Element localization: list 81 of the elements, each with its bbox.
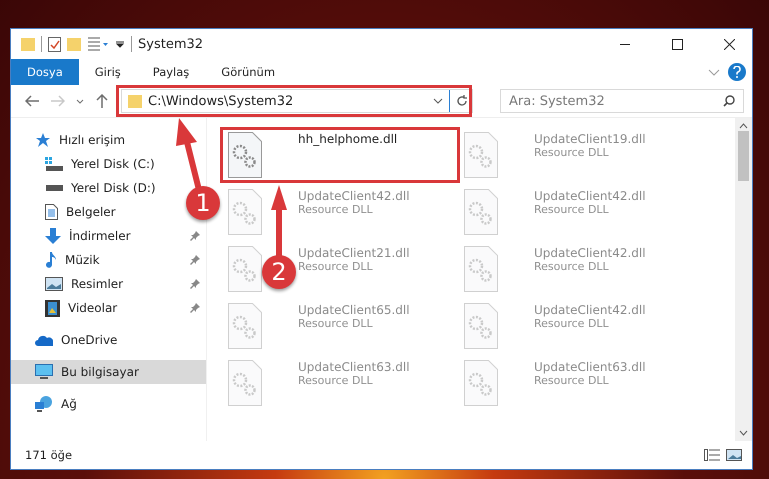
- properties-icon[interactable]: [48, 36, 61, 52]
- file-type: Resource DLL: [298, 260, 374, 273]
- file-type: Resource DLL: [298, 374, 374, 387]
- forward-arrow-icon: [51, 95, 65, 107]
- file-type: Resource DLL: [534, 260, 610, 273]
- folder-icon: [128, 94, 142, 108]
- gear-file-icon: [464, 303, 498, 349]
- drive-icon: [45, 157, 63, 171]
- folder-icon: [21, 37, 35, 51]
- gear-file-icon: [228, 360, 262, 406]
- file-type: Resource DLL: [298, 317, 374, 330]
- file-name: UpdateClient19.dll: [534, 132, 646, 146]
- cloud-icon: [35, 334, 53, 346]
- scroll-thumb[interactable]: [738, 131, 749, 181]
- sidebar-item[interactable]: Yerel Disk (D:): [11, 176, 162, 200]
- list-view-icon[interactable]: [87, 37, 109, 51]
- gear-file-icon: [228, 303, 262, 349]
- sidebar-item[interactable]: Videolar: [11, 296, 206, 320]
- file-name: UpdateClient63.dll: [298, 360, 410, 374]
- up-arrow-icon: [96, 94, 108, 108]
- file-type: Resource DLL: [534, 146, 610, 159]
- gear-file-icon: [464, 132, 498, 178]
- item-count: 171 öğe: [25, 448, 74, 462]
- chevron-down-icon: [76, 98, 84, 104]
- large-icons-view-icon[interactable]: [726, 449, 742, 461]
- search-field[interactable]: Ara: System32: [500, 89, 744, 113]
- scroll-up-icon[interactable]: [739, 123, 748, 129]
- gear-file-icon: [228, 246, 262, 292]
- file-name: UpdateClient21.dll: [298, 246, 410, 260]
- file-name: UpdateClient65.dll: [298, 303, 410, 317]
- gear-file-icon: [464, 360, 498, 406]
- maximize-icon: [672, 38, 682, 50]
- star-icon: [35, 132, 51, 148]
- sidebar-item[interactable]: Müzik: [11, 248, 206, 272]
- file-name: UpdateClient42.dll: [534, 189, 646, 203]
- back-arrow-icon: [25, 95, 39, 107]
- ribbon-tab[interactable]: Paylaş: [136, 59, 206, 85]
- sidebar-item[interactable]: Ağ: [11, 392, 83, 416]
- sidebar-item[interactable]: OneDrive: [11, 328, 124, 352]
- sidebar-item[interactable]: Yerel Disk (C:): [11, 152, 161, 176]
- sidebar-item[interactable]: Belgeler: [11, 200, 122, 224]
- file-type: Resource DLL: [534, 203, 610, 216]
- scroll-bar[interactable]: [735, 118, 752, 441]
- film-icon: [45, 300, 60, 316]
- file-name: hh_helphome.dll: [298, 132, 398, 146]
- sidebar-item[interactable]: Bu bilgisayar: [11, 360, 206, 384]
- drive-icon: [45, 185, 63, 191]
- gear-file-icon: [464, 189, 498, 235]
- ribbon-tab[interactable]: Görünüm: [205, 59, 292, 85]
- ribbon-tab[interactable]: Giriş: [78, 59, 137, 85]
- computer-icon: [35, 364, 53, 380]
- file-type: Resource DLL: [298, 203, 374, 216]
- sidebar-item[interactable]: İndirmeler: [11, 224, 206, 248]
- window-title: System32: [138, 36, 204, 52]
- close-icon: [724, 38, 734, 50]
- sidebar-item[interactable]: Resimler: [11, 272, 206, 296]
- gear-file-icon: [464, 246, 498, 292]
- picture-icon: [45, 277, 63, 291]
- gear-file-icon: [228, 132, 262, 178]
- expand-ribbon-icon[interactable]: [708, 68, 720, 76]
- network-icon: [35, 396, 53, 412]
- download-arrow-icon: [45, 228, 61, 244]
- ribbon-tab[interactable]: Dosya: [11, 59, 79, 85]
- details-view-icon[interactable]: [704, 449, 720, 461]
- search-icon: [723, 95, 735, 107]
- file-name: UpdateClient42.dll: [534, 246, 646, 260]
- file-name: UpdateClient42.dll: [298, 189, 410, 203]
- file-name: UpdateClient63.dll: [534, 360, 646, 374]
- refresh-icon[interactable]: [456, 95, 468, 107]
- dropdown-icon[interactable]: [115, 39, 125, 49]
- chevron-down-icon[interactable]: [433, 98, 443, 104]
- scroll-down-icon[interactable]: [739, 430, 748, 436]
- file-type: Resource DLL: [534, 317, 610, 330]
- file-type: Resource DLL: [534, 374, 610, 387]
- help-icon[interactable]: [728, 63, 746, 81]
- gear-file-icon: [228, 189, 262, 235]
- music-note-icon: [45, 252, 57, 268]
- address-field[interactable]: C:\Windows\System32: [121, 89, 473, 113]
- document-icon: [45, 204, 58, 220]
- sidebar-item[interactable]: Hızlı erişim: [11, 128, 132, 152]
- file-name: UpdateClient42.dll: [534, 303, 646, 317]
